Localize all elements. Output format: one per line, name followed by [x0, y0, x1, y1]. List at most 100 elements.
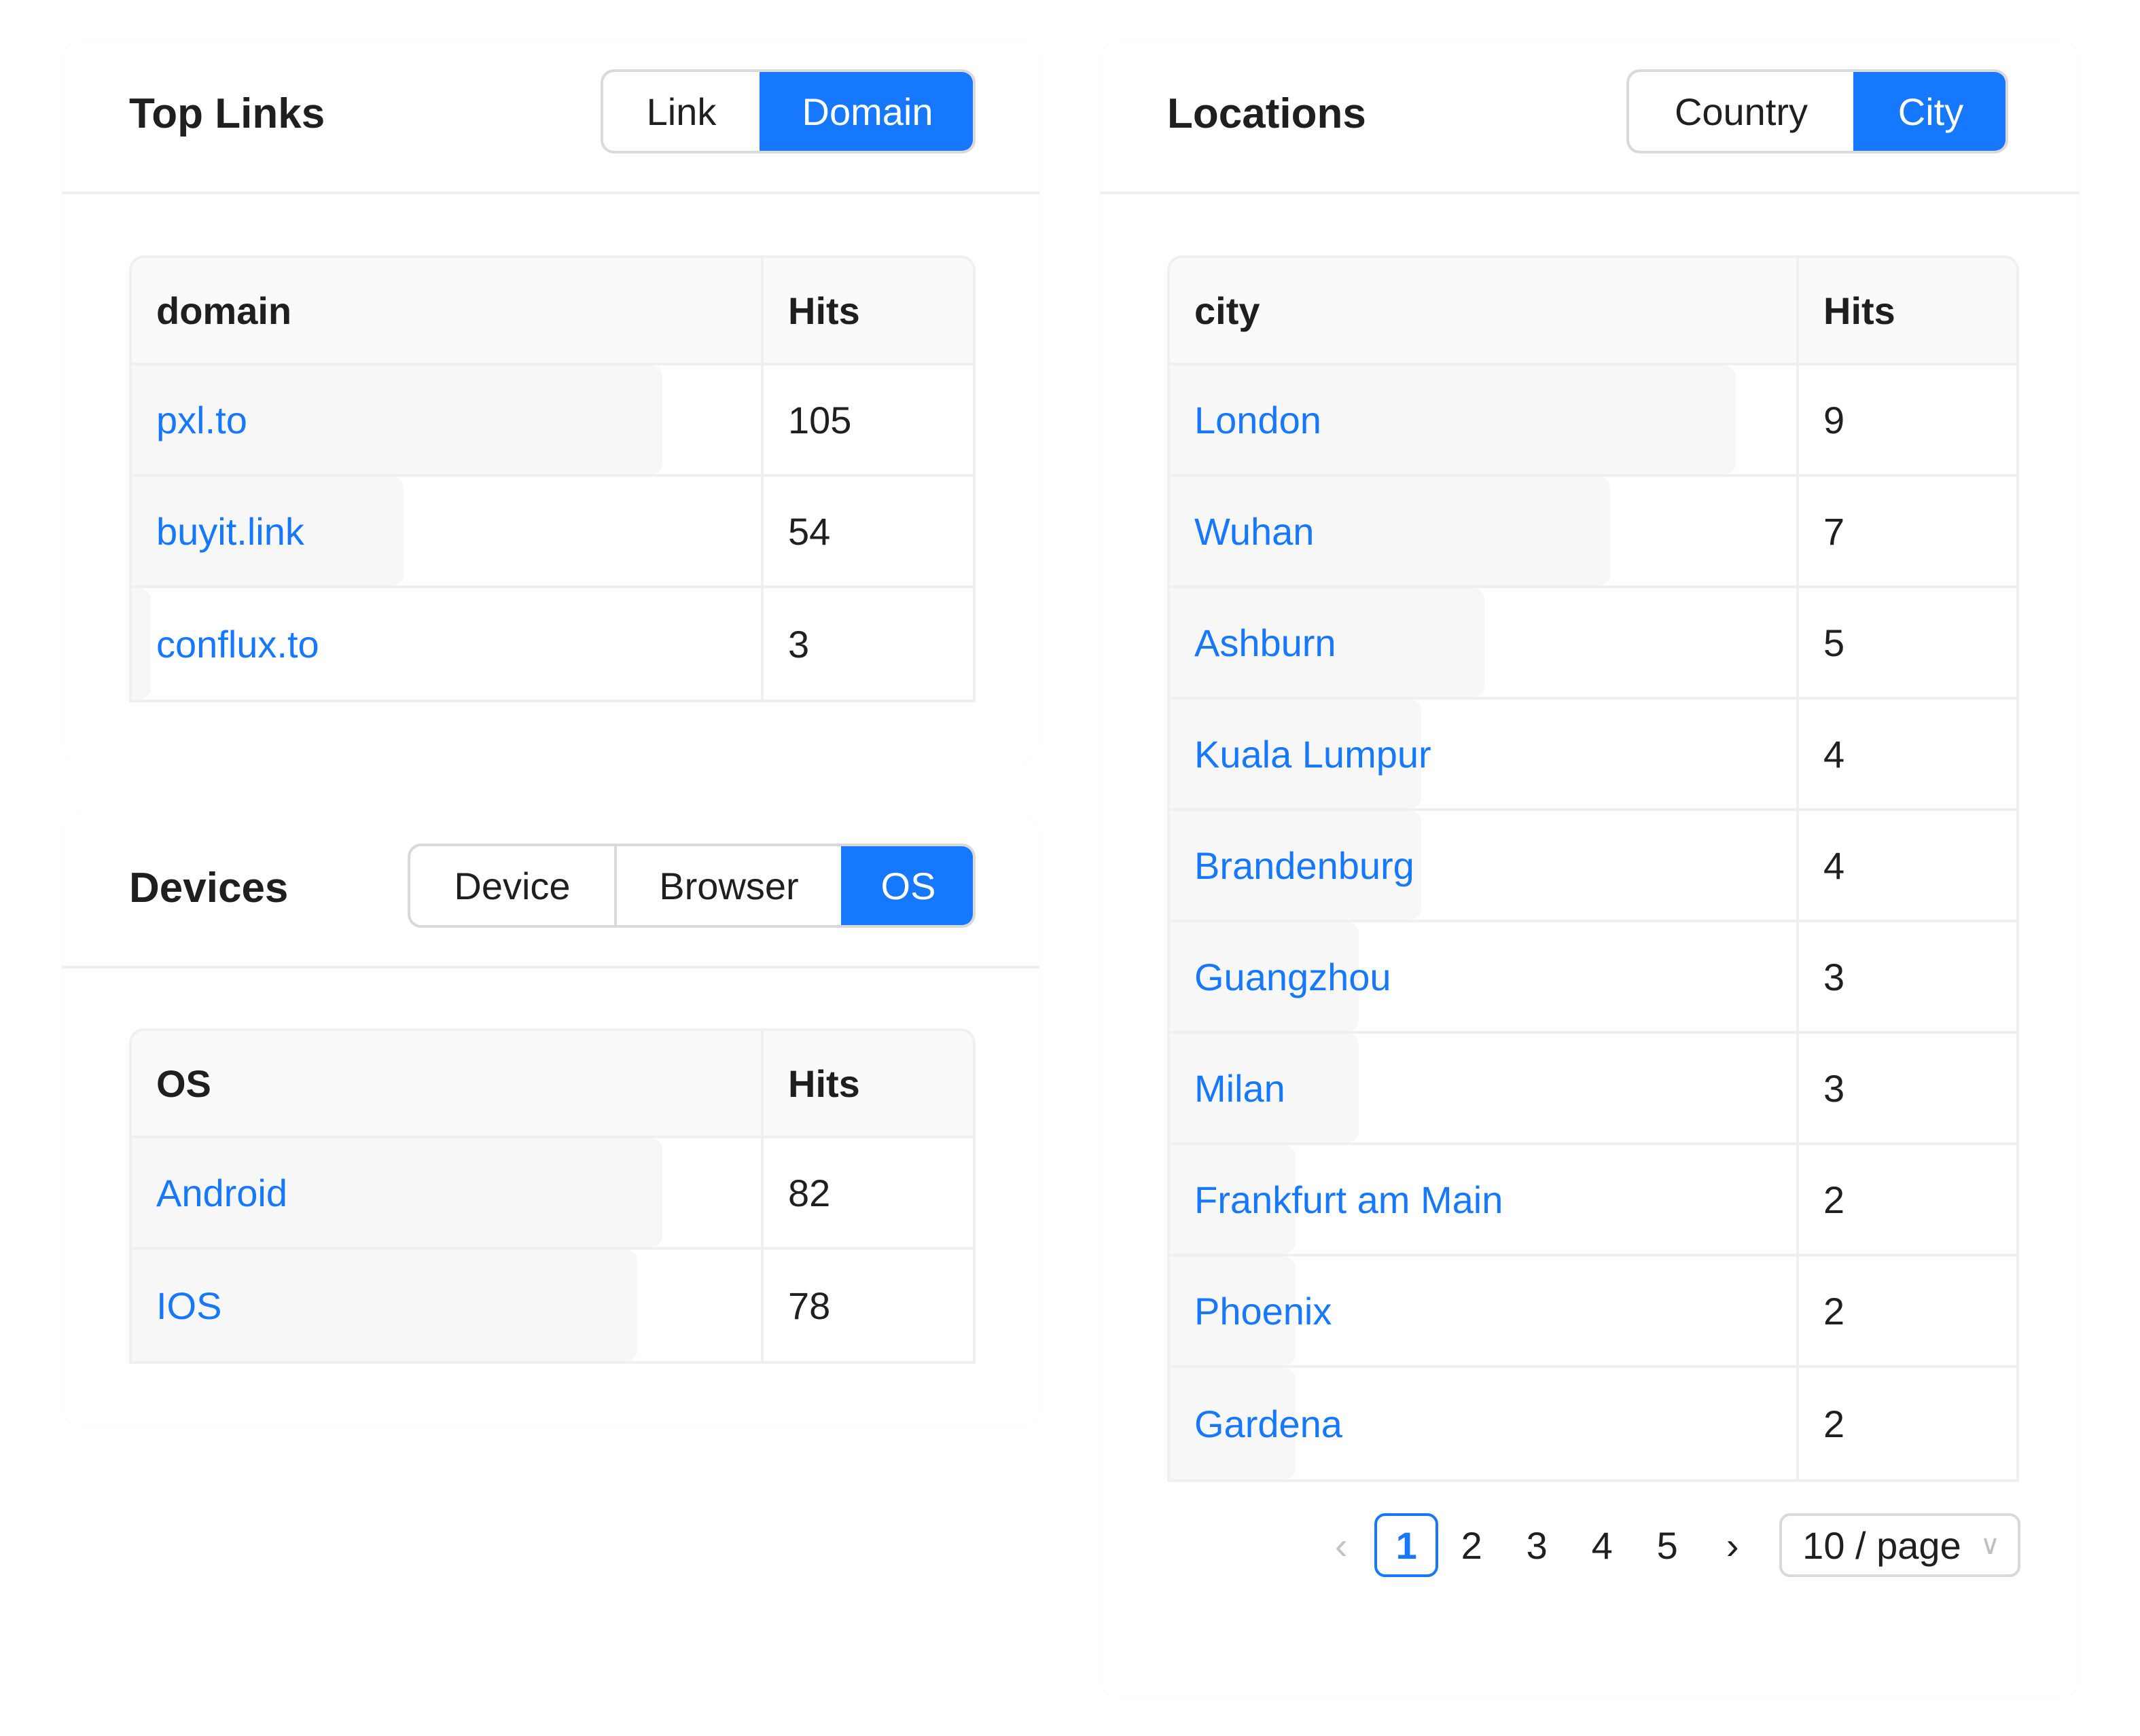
table-row: Frankfurt am Main 2	[1170, 1145, 2016, 1256]
row-link[interactable]: Android	[156, 1171, 287, 1215]
name-cell: Wuhan	[1170, 477, 1799, 585]
hits-cell: 2	[1799, 1256, 2016, 1365]
locations-title: Locations	[1167, 90, 1366, 137]
page-size-select[interactable]: 10 / page ∨	[1779, 1513, 2020, 1577]
column-header-name: domain	[132, 258, 764, 363]
hits-value: 78	[788, 1284, 831, 1327]
table-row: Android 82	[132, 1138, 973, 1250]
row-link[interactable]: buyit.link	[156, 509, 304, 554]
chevron-left-icon: ‹	[1334, 1523, 1348, 1567]
name-cell: Android	[132, 1138, 764, 1247]
row-link[interactable]: Milan	[1194, 1066, 1285, 1110]
column-header-label: city	[1194, 289, 1260, 332]
hits-value: 4	[1823, 732, 1845, 776]
row-link[interactable]: Guangzhou	[1194, 955, 1391, 999]
hits-cell: 105	[764, 365, 973, 474]
column-header-hits: Hits	[1799, 258, 2016, 363]
table-row: Gardena 2	[1170, 1368, 2016, 1479]
name-cell: Frankfurt am Main	[1170, 1145, 1799, 1254]
hits-value: 2	[1823, 1402, 1845, 1445]
devices-title: Devices	[129, 865, 289, 911]
column-header-label: domain	[156, 289, 292, 332]
row-link[interactable]: Frankfurt am Main	[1194, 1178, 1503, 1222]
table-row: Milan 3	[1170, 1034, 2016, 1145]
tab-country[interactable]: Country	[1629, 72, 1853, 151]
hits-cell: 5	[1799, 588, 2016, 697]
table-row: Guangzhou 3	[1170, 922, 2016, 1034]
name-cell: buyit.link	[132, 477, 764, 585]
hits-value: 4	[1823, 844, 1845, 887]
page-4-button[interactable]: 4	[1570, 1513, 1634, 1577]
devices-header: Devices Device Browser OS	[63, 815, 1039, 969]
hits-value: 3	[1823, 955, 1845, 998]
row-link[interactable]: IOS	[156, 1284, 221, 1328]
tab-city[interactable]: City	[1853, 72, 2005, 151]
table-row: Phoenix 2	[1170, 1256, 2016, 1368]
chevron-right-icon: ›	[1726, 1523, 1739, 1567]
tab-device[interactable]: Device	[410, 846, 614, 925]
name-cell: Ashburn	[1170, 588, 1799, 697]
table-row: Brandenburg 4	[1170, 811, 2016, 922]
tab-browser[interactable]: Browser	[614, 846, 841, 925]
table-header-row: domain Hits	[132, 258, 973, 365]
table-row: IOS 78	[132, 1250, 973, 1361]
hits-cell: 78	[764, 1250, 973, 1361]
hits-value: 7	[1823, 509, 1845, 553]
name-cell: London	[1170, 365, 1799, 474]
table-row: buyit.link 54	[132, 477, 973, 588]
row-link[interactable]: conflux.to	[156, 622, 319, 666]
table-row: Ashburn 5	[1170, 588, 2016, 700]
page-3-button[interactable]: 3	[1505, 1513, 1569, 1577]
hits-cell: 9	[1799, 365, 2016, 474]
hits-cell: 2	[1799, 1368, 2016, 1479]
row-link[interactable]: Brandenburg	[1194, 844, 1414, 888]
tab-link[interactable]: Link	[603, 72, 760, 151]
column-header-hits: Hits	[764, 1031, 973, 1136]
row-link[interactable]: Kuala Lumpur	[1194, 732, 1431, 776]
hits-cell: 3	[764, 588, 973, 700]
hits-cell: 3	[1799, 922, 2016, 1031]
row-link[interactable]: Phoenix	[1194, 1289, 1332, 1333]
row-link[interactable]: pxl.to	[156, 398, 247, 442]
name-cell: Kuala Lumpur	[1170, 700, 1799, 808]
next-page-button[interactable]: ›	[1700, 1513, 1764, 1577]
top-links-tabs: Link Domain	[601, 69, 976, 153]
top-links-header: Top Links Link Domain	[63, 41, 1039, 194]
locations-card: Locations Country City city Hits London 9 Wu…	[1101, 41, 2079, 1698]
row-link[interactable]: Wuhan	[1194, 509, 1314, 554]
hits-cell: 4	[1799, 700, 2016, 808]
hits-value: 2	[1823, 1178, 1845, 1221]
column-header-label: Hits	[788, 1062, 860, 1105]
row-link[interactable]: London	[1194, 398, 1321, 442]
hits-cell: 2	[1799, 1145, 2016, 1254]
hits-cell: 3	[1799, 1034, 2016, 1142]
table-header-row: city Hits	[1170, 258, 2016, 365]
name-cell: conflux.to	[132, 588, 764, 700]
tab-domain[interactable]: Domain	[760, 72, 973, 151]
column-header-name: OS	[132, 1031, 764, 1136]
page-1-button[interactable]: 1	[1374, 1513, 1439, 1577]
page-size-value: 10 / page	[1802, 1523, 1961, 1567]
row-link[interactable]: Ashburn	[1194, 621, 1336, 665]
table-row: pxl.to 105	[132, 365, 973, 477]
hits-value: 54	[788, 509, 831, 553]
name-cell: Phoenix	[1170, 1256, 1799, 1365]
name-cell: Brandenburg	[1170, 811, 1799, 920]
locations-tabs: Country City	[1626, 69, 2008, 153]
prev-page-button[interactable]: ‹	[1309, 1513, 1373, 1577]
tab-os[interactable]: OS	[841, 846, 973, 925]
hits-value: 5	[1823, 621, 1845, 664]
hits-cell: 4	[1799, 811, 2016, 920]
page-2-button[interactable]: 2	[1440, 1513, 1503, 1577]
hits-cell: 82	[764, 1138, 973, 1247]
hits-value: 9	[1823, 398, 1845, 441]
table-row: London 9	[1170, 365, 2016, 477]
table-row: Wuhan 7	[1170, 477, 2016, 588]
devices-card: Devices Device Browser OS OS Hits Android 8…	[63, 815, 1039, 1426]
chevron-down-icon: ∨	[1980, 1530, 2000, 1560]
top-links-title: Top Links	[129, 90, 325, 137]
row-link[interactable]: Gardena	[1194, 1402, 1342, 1446]
hits-value: 105	[788, 398, 852, 441]
hits-value: 82	[788, 1171, 831, 1214]
page-5-button[interactable]: 5	[1635, 1513, 1699, 1577]
